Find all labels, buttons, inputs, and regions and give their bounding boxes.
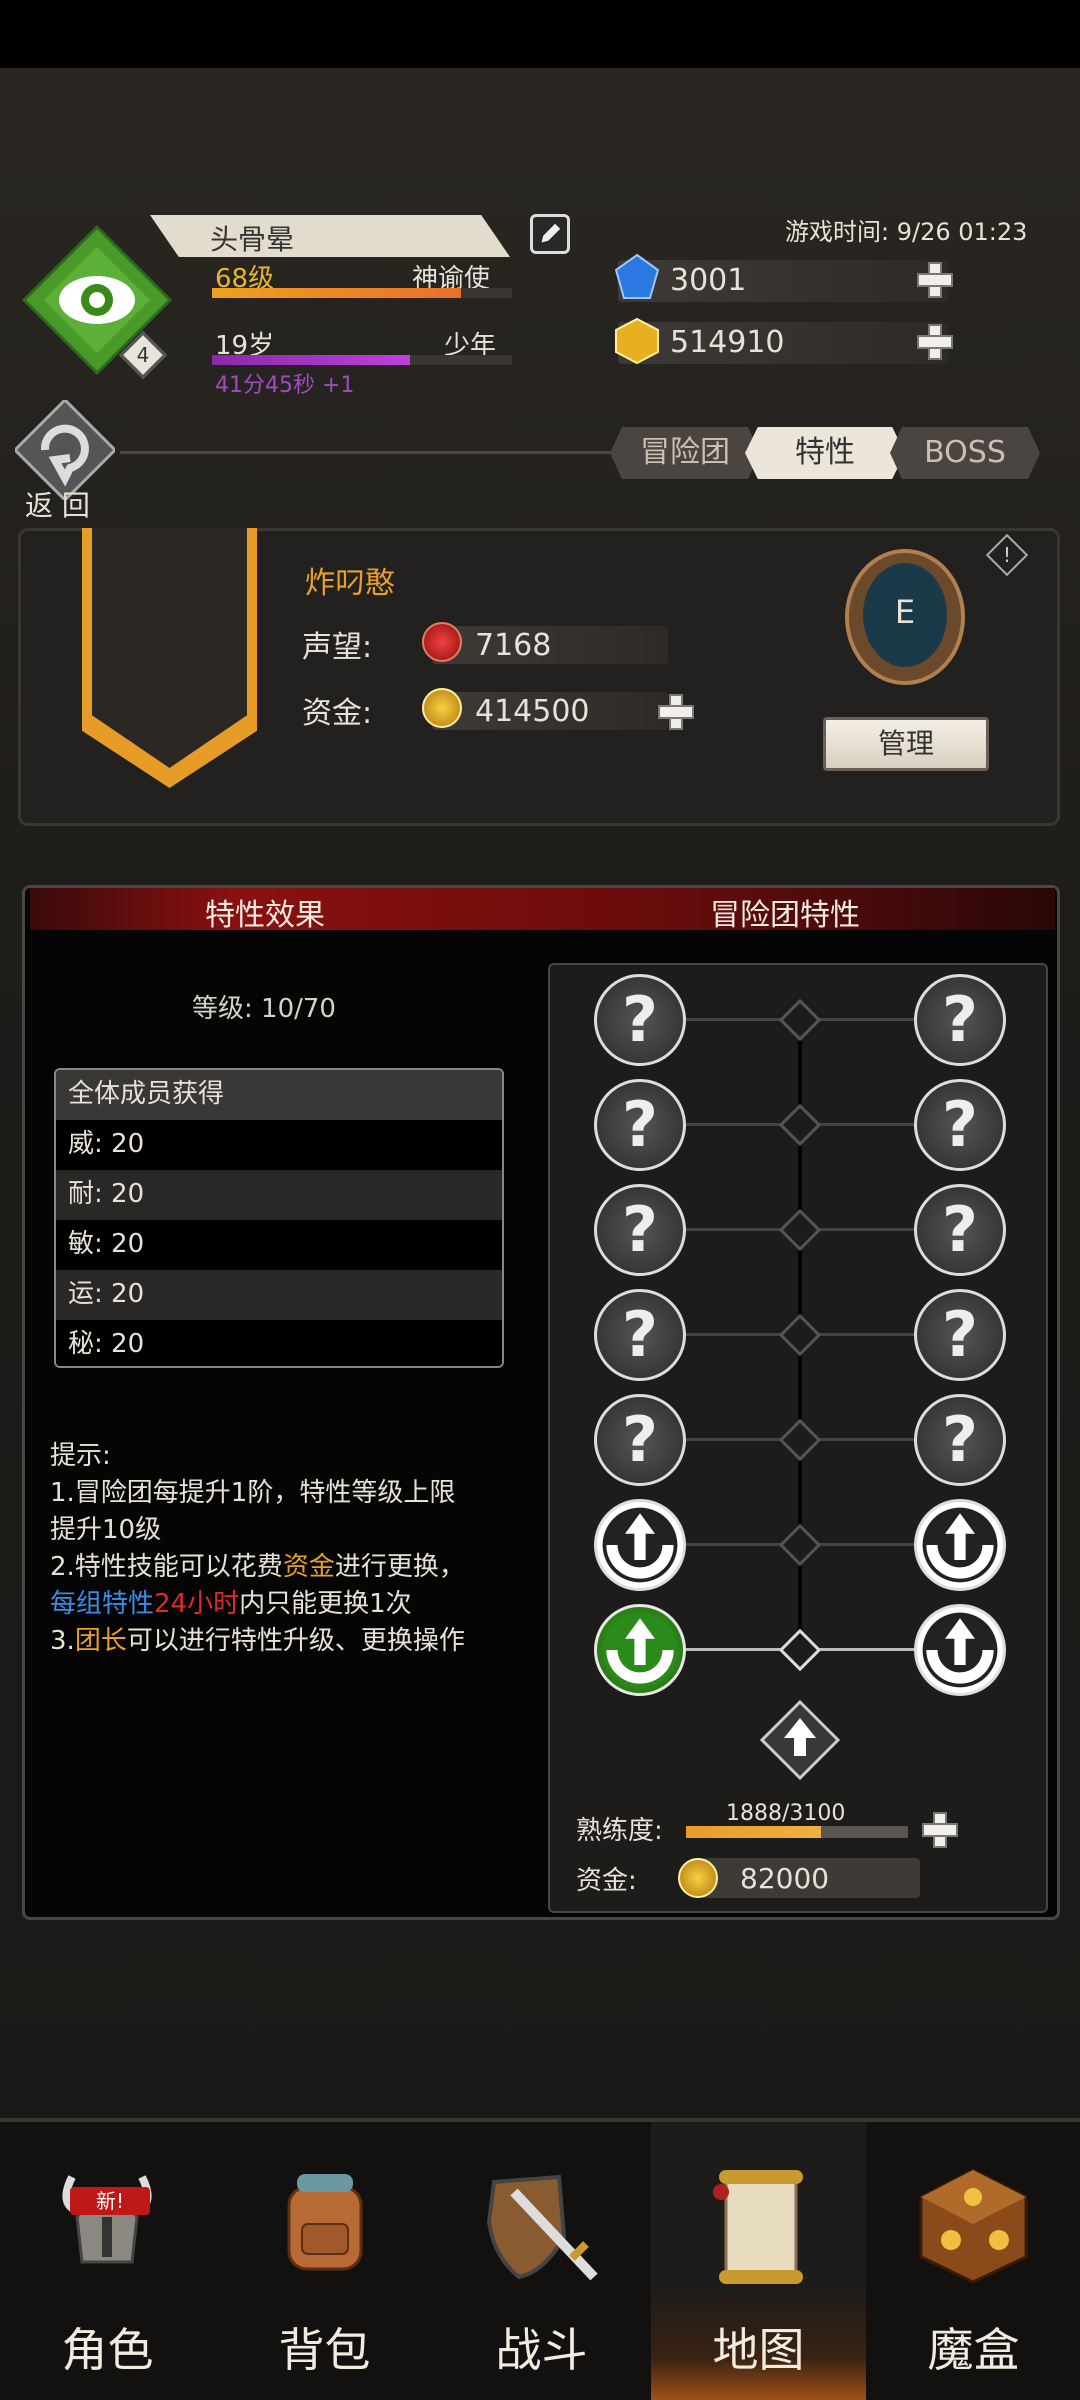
- sword-shield-icon: [486, 2174, 598, 2281]
- trait-node-locked[interactable]: ?: [594, 1289, 686, 1381]
- funds-label: 资金:: [302, 696, 373, 731]
- tab-boss[interactable]: BOSS: [890, 427, 1040, 479]
- plus-icon[interactable]: [920, 1810, 958, 1848]
- tab-traits[interactable]: 特性: [745, 427, 905, 479]
- reputation-label: 声望:: [302, 630, 373, 665]
- trait-upgrade-icon[interactable]: [594, 1499, 686, 1591]
- proficiency-label: 熟练度:: [576, 1816, 663, 1846]
- helmet-icon: [62, 2175, 152, 2264]
- nav-divider: [120, 451, 620, 454]
- bonus-row: 秘: 20: [56, 1320, 502, 1366]
- bonus-title: 全体成员获得: [56, 1070, 502, 1120]
- nav-label: 地图: [712, 2323, 805, 2377]
- coin-icon: [422, 688, 462, 728]
- trait-active-icon[interactable]: [594, 1604, 686, 1696]
- trait-node-locked[interactable]: ?: [594, 1079, 686, 1171]
- nav-label: 战斗: [495, 2323, 588, 2377]
- tips-line-1: 1.冒险团每提升1阶，特性等级上限提升10级: [50, 1478, 456, 1545]
- new-badge: 新!: [70, 2187, 150, 2215]
- manage-button[interactable]: 管理: [823, 717, 989, 771]
- back-label[interactable]: 返 回: [25, 484, 90, 524]
- edit-icon[interactable]: [530, 214, 570, 254]
- nav-battle[interactable]: 战斗: [434, 2122, 649, 2400]
- trait-upgrade-icon[interactable]: [914, 1499, 1006, 1591]
- proficiency-value: 1888/3100: [726, 1801, 846, 1826]
- name-plate: [150, 215, 510, 257]
- tips-title: 提示:: [50, 1441, 111, 1471]
- trait-node-locked[interactable]: ?: [594, 974, 686, 1066]
- tips-line-3: 3.团长可以进行特性升级、更换操作: [50, 1626, 465, 1656]
- plus-icon[interactable]: [915, 322, 953, 360]
- rank-letter: E: [894, 593, 916, 631]
- gold-count: 514910: [670, 325, 785, 360]
- game-time: 游戏时间: 9/26 01:23: [785, 218, 1028, 246]
- trait-node-locked[interactable]: ?: [914, 1289, 1006, 1381]
- timer-text: 41分45秒 +1: [215, 373, 355, 398]
- proficiency-bar-fill: [686, 1826, 821, 1838]
- gold-coin-icon: [615, 317, 659, 365]
- reputation-value: 7168: [475, 628, 552, 663]
- nav-label: 魔盒: [927, 2323, 1020, 2377]
- scroll-map-icon: [713, 2170, 803, 2284]
- nav-magic-box[interactable]: 魔盒: [866, 2122, 1080, 2400]
- plus-icon[interactable]: [915, 260, 953, 298]
- exp-bar-fill: [212, 288, 461, 298]
- gem-count: 3001: [670, 263, 747, 298]
- upgrade-arrow-icon[interactable]: [760, 1700, 840, 1780]
- tips: 提示: 1.冒险团每提升1阶，特性等级上限提升10级 2.特性技能可以花费资金进…: [50, 1438, 470, 1660]
- magic-cube-icon: [919, 2168, 1028, 2284]
- bonus-row: 威: 20: [56, 1120, 502, 1170]
- trait-node-locked[interactable]: ?: [914, 1079, 1006, 1171]
- nav-label: 角色: [61, 2323, 154, 2377]
- trait-effect-header: 特性效果: [205, 898, 325, 933]
- trait-header: [30, 888, 1055, 930]
- tab-adventure-group[interactable]: 冒险团: [610, 427, 760, 479]
- trait-funds-label: 资金:: [576, 1866, 637, 1896]
- gem-bar: [618, 260, 948, 302]
- status-bar: [0, 0, 1080, 68]
- plus-icon[interactable]: [656, 692, 694, 730]
- trait-funds-value: 82000: [740, 1862, 830, 1895]
- bonus-row: 耐: 20: [56, 1170, 502, 1220]
- nav-backpack[interactable]: 背包: [217, 2122, 432, 2400]
- guild-trait-header: 冒险团特性: [710, 898, 860, 933]
- bonus-row: 运: 20: [56, 1270, 502, 1320]
- tips-line-2: 2.特性技能可以花费资金进行更换，每组特性24小时内只能更换1次: [50, 1552, 465, 1619]
- player-name: 头骨晕: [210, 223, 295, 256]
- trait-upgrade-icon[interactable]: [914, 1604, 1006, 1696]
- blue-gem-icon: [614, 253, 660, 299]
- age-bar-fill: [212, 355, 410, 365]
- trait-node-locked[interactable]: ?: [914, 974, 1006, 1066]
- reputation-medal-icon: [422, 622, 462, 662]
- trait-node-locked[interactable]: ?: [594, 1184, 686, 1276]
- trait-level: 等级: 10/70: [192, 994, 336, 1024]
- bonus-row: 敏: 20: [56, 1220, 502, 1270]
- nav-map[interactable]: 地图: [651, 2122, 866, 2400]
- nav-label: 背包: [278, 2323, 371, 2377]
- trait-node-locked[interactable]: ?: [594, 1394, 686, 1486]
- bonus-box: 全体成员获得 威: 20 耐: 20 敏: 20 运: 20 秘: 20: [54, 1068, 504, 1368]
- coin-icon: [678, 1858, 718, 1898]
- trait-node-locked[interactable]: ?: [914, 1184, 1006, 1276]
- backpack-icon: [287, 2174, 363, 2271]
- trait-node-locked[interactable]: ?: [914, 1394, 1006, 1486]
- funds-value: 414500: [475, 694, 590, 729]
- guild-name: 炸叼憨: [305, 566, 395, 601]
- nav-character[interactable]: 新! 角色: [0, 2122, 215, 2400]
